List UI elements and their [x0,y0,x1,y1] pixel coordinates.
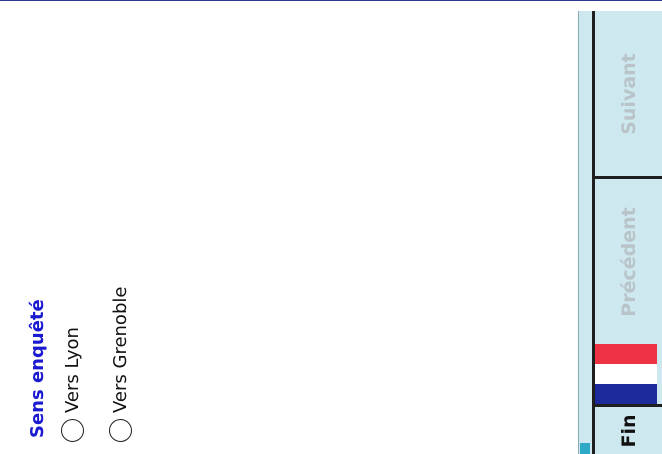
next-button-label: Suivant [617,52,640,135]
end-button[interactable]: Fin [595,404,662,454]
question-title: Sens enquêté [27,299,48,438]
question-area: Sens enquêté Vers Lyon Vers Grenoble [0,1,578,454]
previous-button[interactable]: Précédent [595,179,662,344]
question-rotated-frame: Sens enquêté Vers Lyon Vers Grenoble [0,1,578,454]
radio-circle-icon[interactable] [108,419,132,442]
previous-button-label: Précédent [617,206,640,317]
france-flag-icon[interactable] [595,344,657,404]
next-button[interactable]: Suivant [595,11,662,179]
panel-divider [578,11,579,454]
end-button-label: Fin [617,413,640,448]
option-vers-lyon[interactable]: Vers Lyon [58,327,86,442]
option-label: Vers Grenoble [109,286,131,413]
radio-circle-icon[interactable] [60,419,84,442]
scroll-indicator [580,443,590,454]
option-vers-grenoble[interactable]: Vers Grenoble [106,287,134,442]
option-label: Vers Lyon [61,327,83,413]
